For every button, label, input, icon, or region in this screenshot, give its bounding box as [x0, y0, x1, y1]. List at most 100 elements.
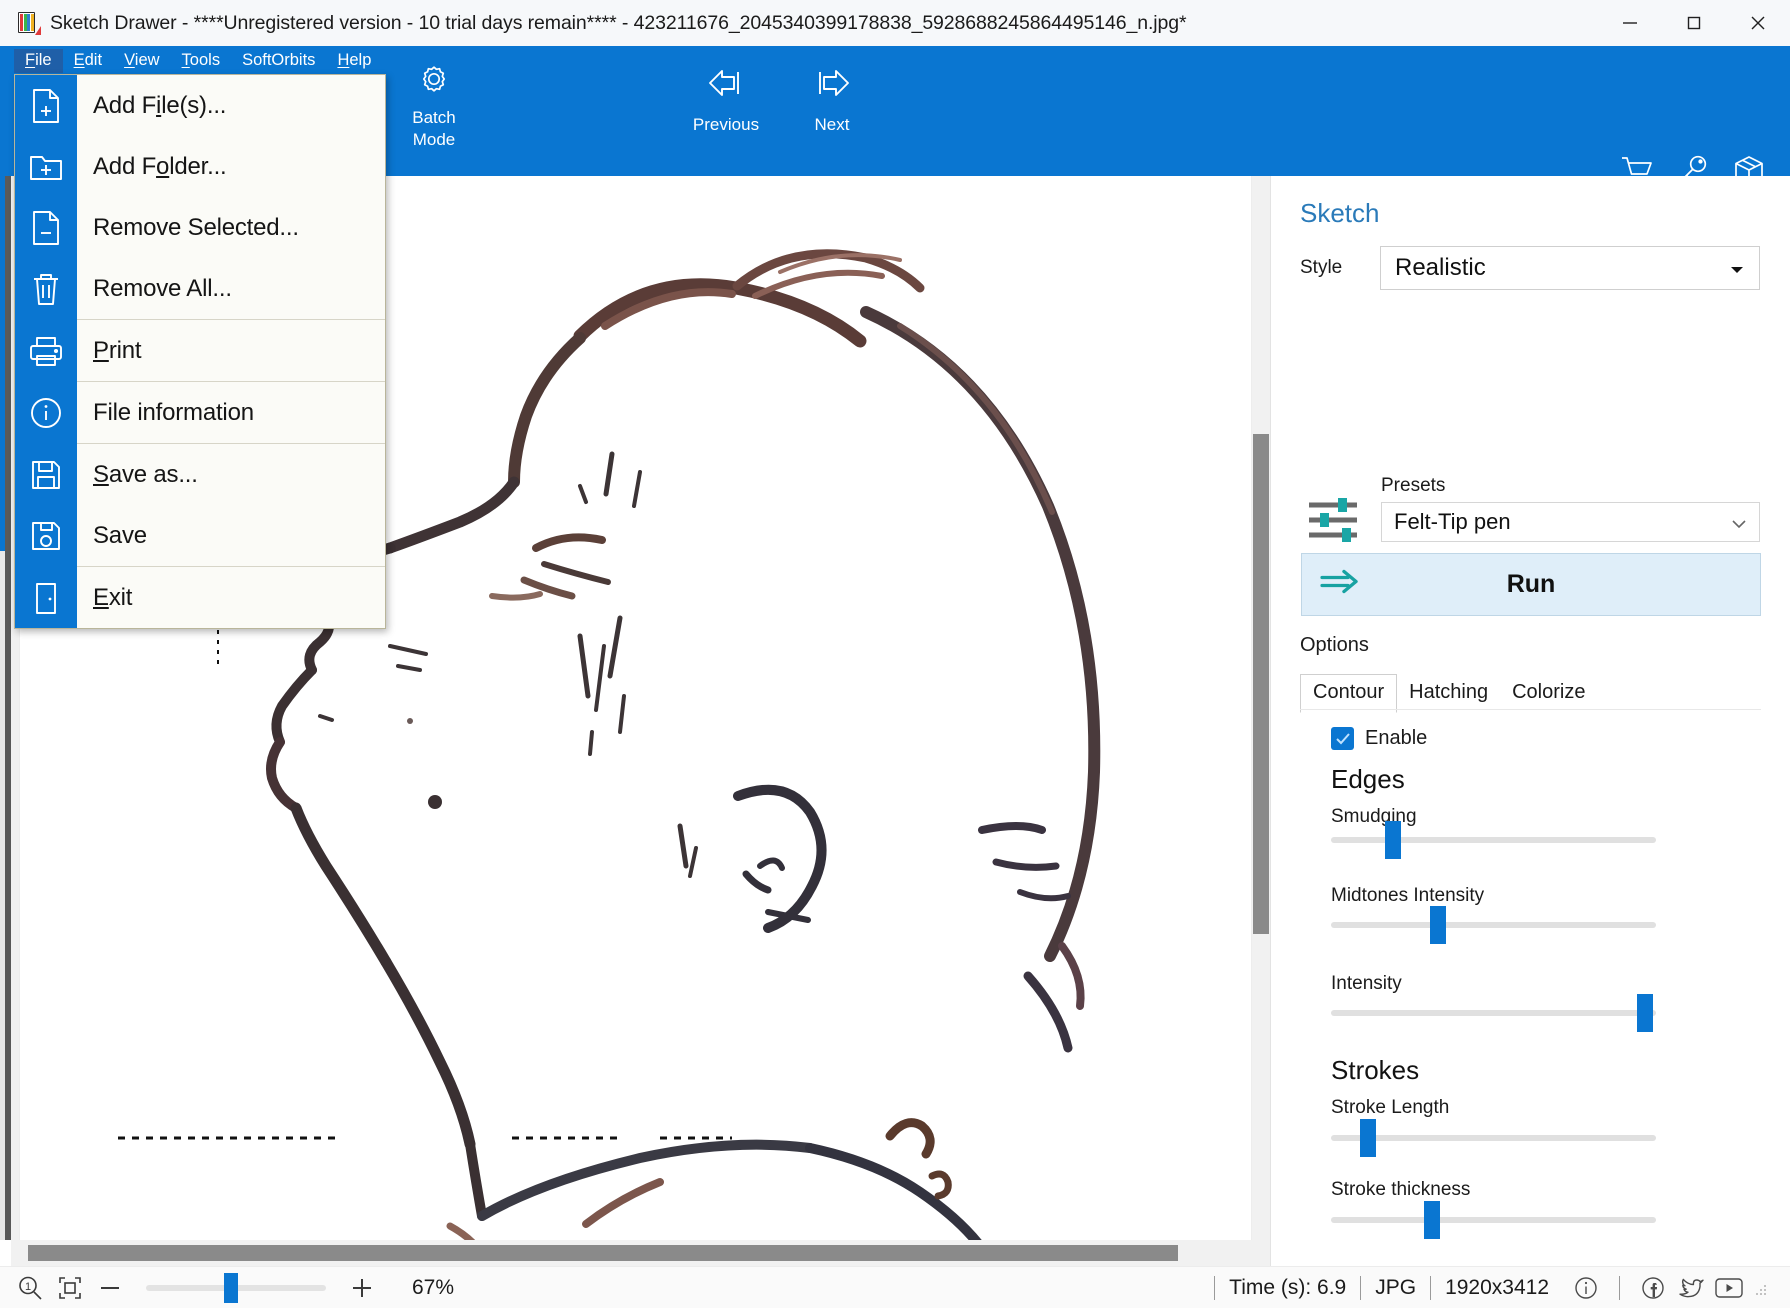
left-edge-strip — [0, 176, 11, 1240]
zoom-controls: 1 67% — [0, 1268, 454, 1308]
stroke-length-slider[interactable] — [1331, 1119, 1656, 1157]
next-button[interactable]: Next — [792, 66, 872, 135]
stroke-thickness-slider-thumb[interactable] — [1424, 1201, 1440, 1239]
menu-view[interactable]: View — [113, 49, 170, 73]
menu-item-add-files[interactable]: Add File(s)... — [15, 75, 385, 136]
menu-item-save-as-label: Save as... — [93, 460, 198, 488]
previous-button[interactable]: Previous — [686, 66, 766, 135]
facebook-icon[interactable] — [1634, 1269, 1672, 1307]
run-button[interactable]: Run — [1301, 553, 1761, 616]
options-tabs: Contour Hatching Colorize — [1300, 673, 1597, 713]
menu-item-remove-selected[interactable]: Remove Selected... — [15, 197, 385, 258]
menu-tools[interactable]: Tools — [171, 49, 232, 73]
menu-item-save-label: Save — [93, 521, 147, 549]
sliders-icon — [1305, 494, 1361, 551]
menu-item-add-folder[interactable]: Add Folder... — [15, 136, 385, 197]
style-dropdown[interactable]: Realistic — [1380, 246, 1760, 290]
style-value: Realistic — [1395, 254, 1486, 281]
menu-item-print[interactable]: Print — [15, 320, 385, 381]
intensity-slider-thumb[interactable] — [1637, 994, 1653, 1032]
menu-item-print-label: Print — [93, 336, 142, 364]
exit-door-icon — [15, 567, 77, 628]
menu-item-save-as[interactable]: Save as... — [15, 444, 385, 505]
window-controls — [1598, 0, 1790, 46]
zoom-in-button[interactable] — [342, 1268, 382, 1308]
folder-add-icon — [15, 136, 77, 197]
file-menu-dropdown[interactable]: Add File(s)... Add Folder... Remove Sele… — [14, 74, 386, 629]
batch-mode-label-1: Batch — [412, 108, 456, 127]
info-circle-icon[interactable] — [1567, 1269, 1605, 1307]
info-circle-icon — [15, 382, 77, 443]
horizontal-scroll-thumb[interactable] — [28, 1245, 1178, 1261]
status-bar-right: Time (s): 6.9 JPG 1920x3412 — [1200, 1269, 1790, 1307]
menu-help[interactable]: Help — [326, 49, 382, 73]
batch-mode-button[interactable]: Batch Mode — [386, 62, 482, 152]
close-button[interactable] — [1726, 0, 1790, 46]
menu-item-remove-all[interactable]: Remove All... — [15, 258, 385, 319]
menu-file-label-rest: ile — [35, 51, 52, 70]
canvas-horizontal-scrollbar[interactable] — [11, 1240, 1270, 1266]
window-title: Sketch Drawer - ****Unregistered version… — [50, 11, 1187, 34]
save-icon — [15, 444, 77, 505]
minimize-button[interactable] — [1598, 0, 1662, 46]
status-divider — [1619, 1275, 1620, 1300]
menu-file[interactable]: File — [14, 49, 63, 73]
fit-to-window-icon[interactable] — [50, 1268, 90, 1308]
menu-item-exit-label: Exit — [93, 583, 133, 611]
options-label: Options — [1300, 634, 1369, 656]
zoom-actual-size-icon[interactable]: 1 — [10, 1268, 50, 1308]
presets-row: Felt-Tip pen — [1381, 502, 1760, 542]
chevron-down-icon — [1729, 254, 1745, 282]
application-window: Sketch Drawer - ****Unregistered version… — [0, 0, 1790, 1308]
menu-softorbits[interactable]: SoftOrbits — [231, 49, 326, 73]
maximize-button[interactable] — [1662, 0, 1726, 46]
smudging-slider-thumb[interactable] — [1385, 821, 1401, 859]
menu-item-file-information[interactable]: File information — [15, 382, 385, 443]
midtones-intensity-slider-thumb[interactable] — [1430, 906, 1446, 944]
menu-item-remove-selected-label: Remove Selected... — [93, 213, 299, 241]
tab-hatching[interactable]: Hatching — [1397, 675, 1500, 712]
save-disk-icon — [15, 505, 77, 566]
intensity-slider[interactable] — [1331, 994, 1656, 1032]
menu-item-add-files-label: Add File(s)... — [93, 91, 227, 119]
tab-colorize[interactable]: Colorize — [1500, 675, 1597, 712]
checkbox-checked-icon[interactable] — [1331, 727, 1354, 750]
twitter-icon[interactable] — [1672, 1269, 1710, 1307]
menu-item-save[interactable]: Save — [15, 505, 385, 566]
zoom-slider-thumb[interactable] — [224, 1272, 238, 1303]
sketch-drawer-icon — [16, 11, 41, 35]
enable-checkbox-row[interactable]: Enable — [1331, 727, 1427, 750]
vertical-scroll-thumb[interactable] — [1253, 434, 1269, 934]
next-label: Next — [814, 115, 850, 134]
style-label: Style — [1300, 257, 1343, 278]
zoom-out-button[interactable] — [90, 1268, 130, 1308]
youtube-icon[interactable] — [1710, 1269, 1748, 1307]
format-label: JPG — [1375, 1275, 1417, 1299]
zoom-slider[interactable] — [146, 1272, 326, 1303]
trash-icon — [15, 258, 77, 319]
time-label: Time (s): 6.9 — [1229, 1275, 1347, 1299]
panel-title: Sketch — [1300, 198, 1380, 228]
menu-item-exit[interactable]: Exit — [15, 567, 385, 628]
tabs-underline — [1300, 709, 1761, 710]
smudging-slider[interactable] — [1331, 821, 1656, 859]
midtones-intensity-slider[interactable] — [1331, 906, 1656, 944]
file-remove-icon — [15, 197, 77, 258]
stroke-thickness-slider[interactable] — [1331, 1201, 1656, 1239]
menu-item-file-information-label: File information — [93, 398, 254, 426]
canvas-vertical-scrollbar[interactable] — [1252, 176, 1270, 1240]
printer-icon — [15, 320, 77, 381]
arrow-right-icon — [809, 66, 855, 105]
menu-edit[interactable]: Edit — [63, 49, 113, 73]
status-divider — [1214, 1275, 1216, 1300]
resize-grip[interactable] — [1756, 1282, 1768, 1295]
status-divider — [1360, 1275, 1362, 1300]
file-add-icon — [15, 75, 77, 136]
presets-dropdown[interactable]: Felt-Tip pen — [1381, 502, 1760, 542]
stroke-thickness-label: Stroke thickness — [1331, 1179, 1471, 1200]
arrow-right-icon — [1318, 568, 1360, 601]
tab-contour[interactable]: Contour — [1300, 674, 1398, 713]
stroke-length-slider-thumb[interactable] — [1360, 1119, 1376, 1157]
sketch-settings-panel: Sketch Style Realistic Presets Felt-Tip … — [1270, 176, 1790, 1270]
run-label: Run — [1506, 570, 1556, 598]
